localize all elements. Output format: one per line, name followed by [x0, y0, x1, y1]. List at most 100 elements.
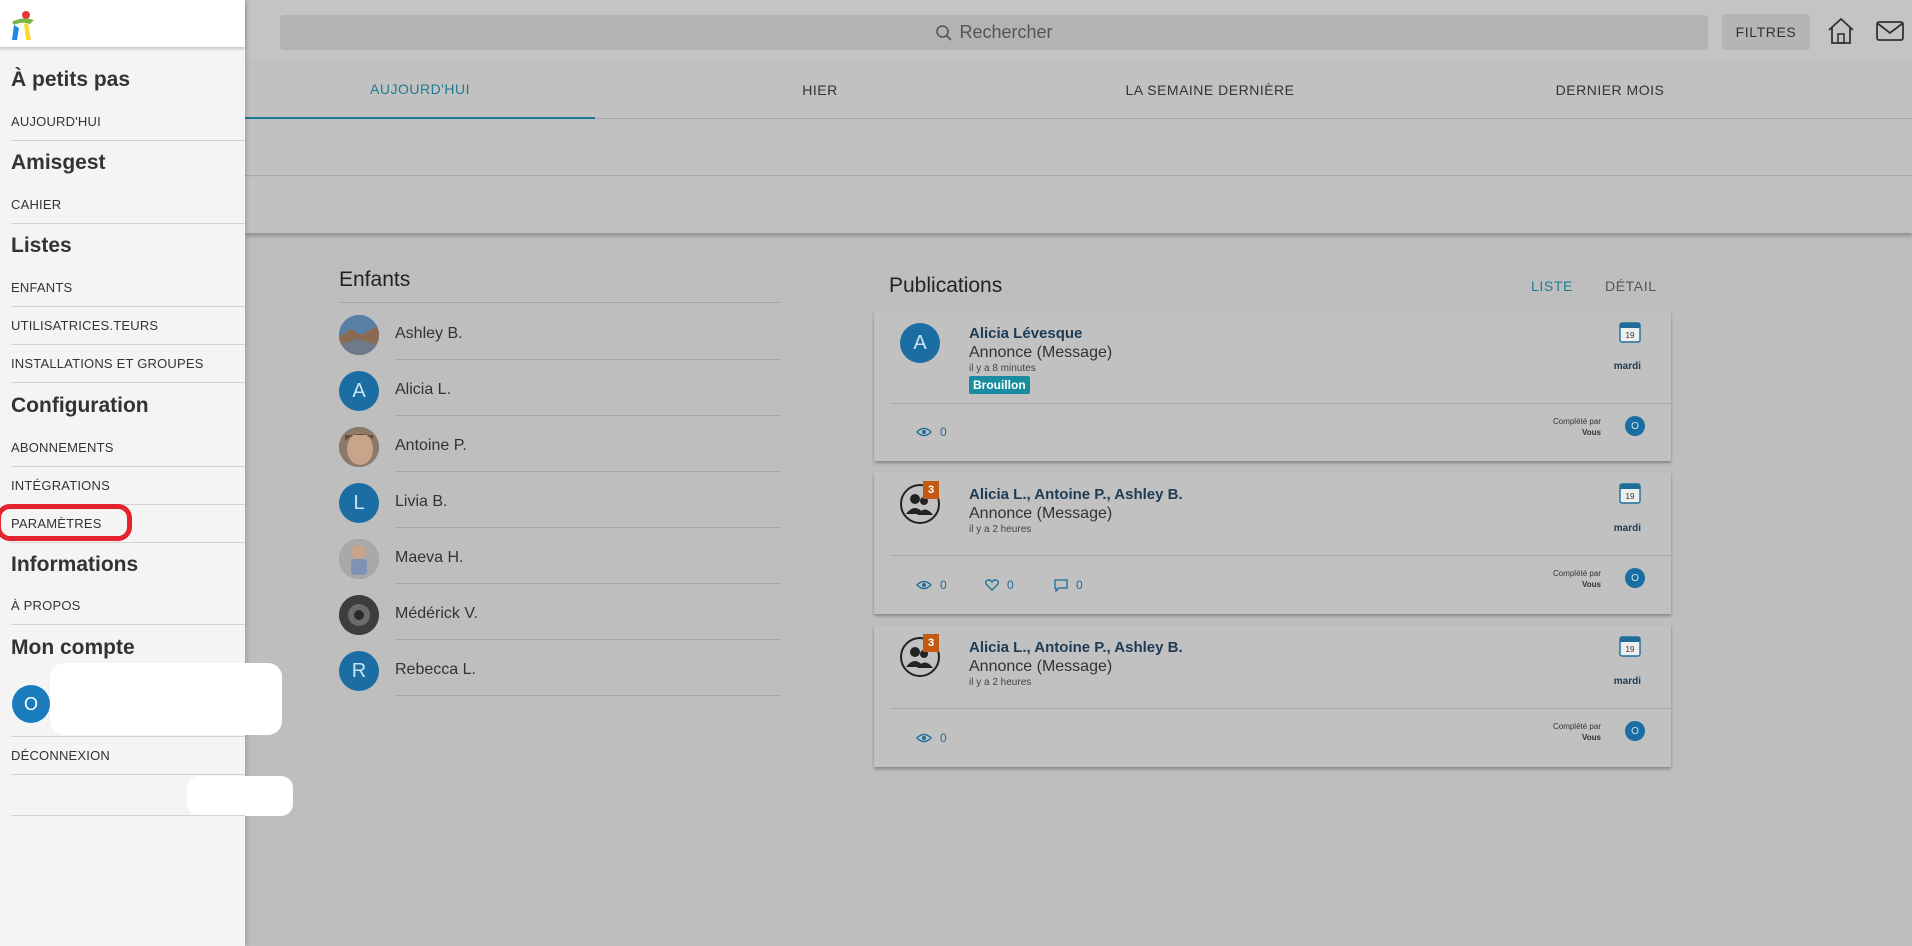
section-title-amisgest: Amisgest — [11, 151, 106, 174]
filters-button[interactable]: FILTRES — [1722, 14, 1810, 50]
search-input[interactable]: Rechercher — [280, 15, 1708, 50]
publication-time: il y a 2 heures — [969, 524, 1032, 535]
search-placeholder: Rechercher — [959, 22, 1053, 42]
child-avatar: L — [339, 483, 379, 523]
filter-strip — [245, 120, 1912, 176]
views-value: 0 — [940, 578, 947, 592]
child-name: Maeva H. — [395, 549, 464, 566]
calendar-icon: 19 — [1619, 483, 1641, 504]
nav-divider — [11, 736, 245, 737]
completed-by-user: Vous — [1582, 428, 1601, 437]
likes-count[interactable]: 0 — [985, 578, 1014, 592]
publication-time: il y a 2 heures — [969, 677, 1032, 688]
child-row[interactable]: R Rebecca L. — [339, 639, 781, 696]
child-avatar — [339, 539, 379, 579]
completed-by: Complété par Vous — [1553, 416, 1601, 438]
list-view-button[interactable]: LISTE — [1531, 278, 1573, 294]
tab-last-week[interactable]: LA SEMAINE DERNIÈRE — [985, 60, 1435, 119]
app-logo-bar — [0, 0, 245, 47]
account-avatar[interactable]: O — [12, 685, 50, 723]
completer-avatar: O — [1625, 568, 1645, 588]
publication-author: Alicia L., Antoine P., Ashley B. — [969, 639, 1183, 656]
heart-icon — [985, 579, 999, 591]
section-title-listes: Listes — [11, 234, 72, 257]
child-avatar — [339, 595, 379, 635]
comments-count[interactable]: 0 — [1054, 578, 1083, 592]
child-name: Antoine P. — [395, 437, 467, 454]
child-row[interactable]: Médérick V. — [339, 583, 781, 640]
nav-divider — [11, 542, 245, 543]
nav-item-subscriptions[interactable]: ABONNEMENTS — [11, 440, 245, 455]
child-row[interactable]: Maeva H. — [339, 527, 781, 584]
views-count: 0 — [916, 731, 947, 745]
publication-author: Alicia Lévesque — [969, 325, 1083, 342]
author-avatar: A — [900, 323, 940, 363]
child-row[interactable]: L Livia B. — [339, 471, 781, 528]
section-title-a-petits-pas: À petits pas — [11, 68, 131, 91]
completed-by-label: Complété par — [1552, 722, 1601, 731]
tab-last-month[interactable]: DERNIER MOIS — [1435, 60, 1785, 119]
nav-item-children[interactable]: ENFANTS — [11, 280, 245, 295]
completed-by: Complété par Vous — [1553, 721, 1601, 743]
card-divider — [890, 555, 1671, 556]
children-title: Enfants — [339, 268, 411, 291]
completed-by-user: Vous — [1582, 733, 1601, 742]
comment-icon — [1054, 578, 1068, 592]
card-divider — [890, 708, 1671, 709]
views-value: 0 — [940, 731, 947, 745]
child-row[interactable]: Antoine P. — [339, 415, 781, 472]
group-count-badge: 3 — [923, 481, 939, 499]
eye-icon — [916, 733, 932, 743]
publication-day: mardi — [1613, 361, 1641, 372]
child-name: Ashley B. — [395, 325, 463, 342]
completed-by: Complété par Vous — [1553, 568, 1601, 590]
nav-item-about[interactable]: À PROPOS — [11, 598, 245, 613]
views-count: 0 — [916, 578, 947, 592]
tab-yesterday[interactable]: HIER — [660, 60, 980, 119]
completed-by-label: Complété par — [1552, 569, 1601, 578]
nav-divider — [11, 344, 245, 345]
child-name: Médérick V. — [395, 605, 478, 622]
version-field — [187, 776, 293, 816]
publication-card[interactable]: 3 Alicia L., Antoine P., Ashley B. Annon… — [874, 472, 1671, 614]
publication-day: mardi — [1613, 523, 1641, 534]
completer-avatar: O — [1625, 721, 1645, 741]
nav-divider — [11, 815, 245, 816]
child-avatar — [339, 427, 379, 467]
child-row[interactable]: A Alicia L. — [339, 359, 781, 416]
nav-item-facilities[interactable]: INSTALLATIONS ET GROUPES — [11, 356, 245, 371]
nav-divider — [11, 466, 245, 467]
mail-icon[interactable] — [1873, 14, 1907, 48]
eye-icon — [916, 427, 932, 437]
publication-card[interactable]: 3 Alicia L., Antoine P., Ashley B. Annon… — [874, 625, 1671, 767]
likes-value: 0 — [1007, 578, 1014, 592]
detail-view-button[interactable]: DÉTAIL — [1605, 278, 1657, 294]
publication-type: Annonce (Message) — [969, 344, 1113, 361]
child-row[interactable]: Ashley B. — [339, 303, 781, 360]
views-count: 0 — [916, 425, 947, 439]
calendar-icon: 19 — [1619, 322, 1641, 343]
top-bar: Rechercher FILTRES — [0, 0, 1912, 60]
nav-divider — [11, 774, 245, 775]
child-avatar: A — [339, 371, 379, 411]
calendar-day: 19 — [1626, 645, 1635, 654]
publication-card[interactable]: A Alicia Lévesque Annonce (Message) il y… — [874, 311, 1671, 461]
nav-item-users[interactable]: UTILISATRICES.TEURS — [11, 318, 245, 333]
calendar-day: 19 — [1626, 492, 1635, 501]
filter-strip-secondary — [245, 177, 1912, 233]
section-title-my-account: Mon compte — [11, 636, 135, 659]
nav-item-integrations[interactable]: INTÉGRATIONS — [11, 478, 245, 493]
home-icon[interactable] — [1824, 14, 1858, 48]
nav-item-logout[interactable]: DÉCONNEXION — [11, 748, 245, 763]
date-tabs: AUJOURD'HUI HIER LA SEMAINE DERNIÈRE DER… — [245, 60, 1912, 119]
calendar-icon: 19 — [1619, 636, 1641, 657]
nav-divider — [11, 306, 245, 307]
child-name: Livia B. — [395, 493, 448, 510]
nav-item-today[interactable]: AUJOURD'HUI — [11, 114, 245, 129]
publication-type: Annonce (Message) — [969, 505, 1113, 522]
tab-today[interactable]: AUJOURD'HUI — [245, 60, 595, 119]
app-logo-icon[interactable] — [8, 10, 36, 42]
nav-item-cahier[interactable]: CAHIER — [11, 197, 245, 212]
publication-type: Annonce (Message) — [969, 658, 1113, 675]
calendar-day: 19 — [1626, 331, 1635, 340]
